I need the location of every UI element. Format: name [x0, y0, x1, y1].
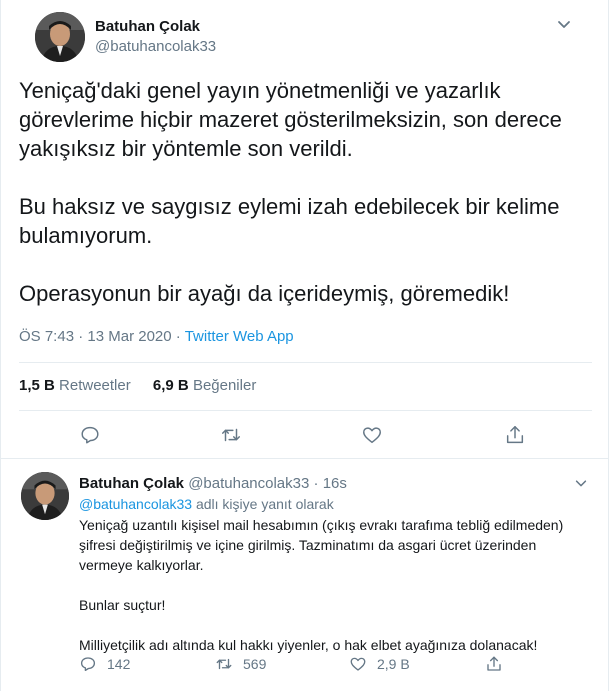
retweets-stat[interactable]: 1,5 B Retweetler [19, 377, 131, 394]
like-count: 2,9 B [377, 656, 410, 672]
share-action[interactable] [485, 655, 513, 673]
reply-count: 142 [107, 656, 131, 672]
tweet-text: Yeniçağ'daki genel yayın yönetmenliği ve… [19, 78, 562, 306]
meta-separator: · [175, 328, 181, 345]
reply-to-suffix: adlı kişiye yanıt olarak [195, 496, 334, 512]
like-action[interactable]: 2,9 B [349, 655, 410, 673]
share-icon [487, 656, 501, 671]
reply-action[interactable]: 142 [79, 655, 130, 673]
main-tweet-actions [1, 424, 608, 452]
tweet-meta: ÖS 7:43 · 13 Mar 2020 · Twitter Web App [19, 328, 294, 345]
divider [19, 410, 592, 411]
author-handle[interactable]: @batuhancolak33 [95, 38, 216, 55]
avatar[interactable] [21, 472, 69, 520]
author-name[interactable]: Batuhan Çolak [95, 18, 200, 35]
tweet-thread: Batuhan Çolak @batuhancolak33 Yeniçağ'da… [0, 0, 609, 691]
reply-to-link[interactable]: @batuhancolak33 [79, 496, 192, 512]
reply-icon [80, 657, 96, 672]
chevron-down-icon[interactable] [556, 16, 572, 32]
tweet-stats: 1,5 B Retweetler 6,9 B Beğeniler [19, 377, 256, 394]
tweet-age[interactable]: 16s [323, 475, 347, 492]
divider [19, 362, 592, 363]
author-name[interactable]: Batuhan Çolak [79, 475, 184, 492]
likes-count: 6,9 B [152, 377, 189, 394]
reply-header: Batuhan Çolak @batuhancolak33 · 16s [79, 475, 347, 492]
replying-to: @batuhancolak33 adlı kişiye yanıt olarak [79, 496, 334, 512]
likes-label: Beğeniler [192, 377, 257, 394]
chevron-down-icon[interactable] [574, 476, 588, 490]
main-tweet: Batuhan Çolak @batuhancolak33 Yeniçağ'da… [1, 0, 608, 444]
share-icon[interactable] [504, 424, 528, 448]
retweet-icon[interactable] [220, 424, 244, 448]
likes-stat[interactable]: 6,9 B Beğeniler [153, 377, 256, 394]
tweet-date[interactable]: 13 Mar 2020 [87, 328, 171, 345]
meta-separator: · [313, 475, 319, 492]
heart-icon [350, 657, 366, 671]
tweet-source-link[interactable]: Twitter Web App [185, 328, 294, 345]
meta-separator: · [78, 328, 84, 345]
author-handle[interactable]: @batuhancolak33 [188, 475, 309, 492]
retweet-count: 569 [243, 656, 267, 672]
tweet-time[interactable]: ÖS 7:43 [19, 328, 74, 345]
heart-icon[interactable] [361, 424, 385, 448]
retweet-icon [216, 658, 232, 670]
retweets-count: 1,5 B [19, 377, 55, 394]
main-tweet-header: Batuhan Çolak @batuhancolak33 [17, 0, 592, 68]
retweet-action[interactable]: 569 [215, 655, 266, 673]
retweets-label: Retweetler [59, 377, 131, 394]
tweet-text: Yeniçağ uzantılı kişisel mail hesabımın … [79, 517, 564, 653]
divider [1, 458, 608, 459]
avatar[interactable] [35, 12, 85, 62]
reply-icon[interactable] [79, 424, 103, 448]
